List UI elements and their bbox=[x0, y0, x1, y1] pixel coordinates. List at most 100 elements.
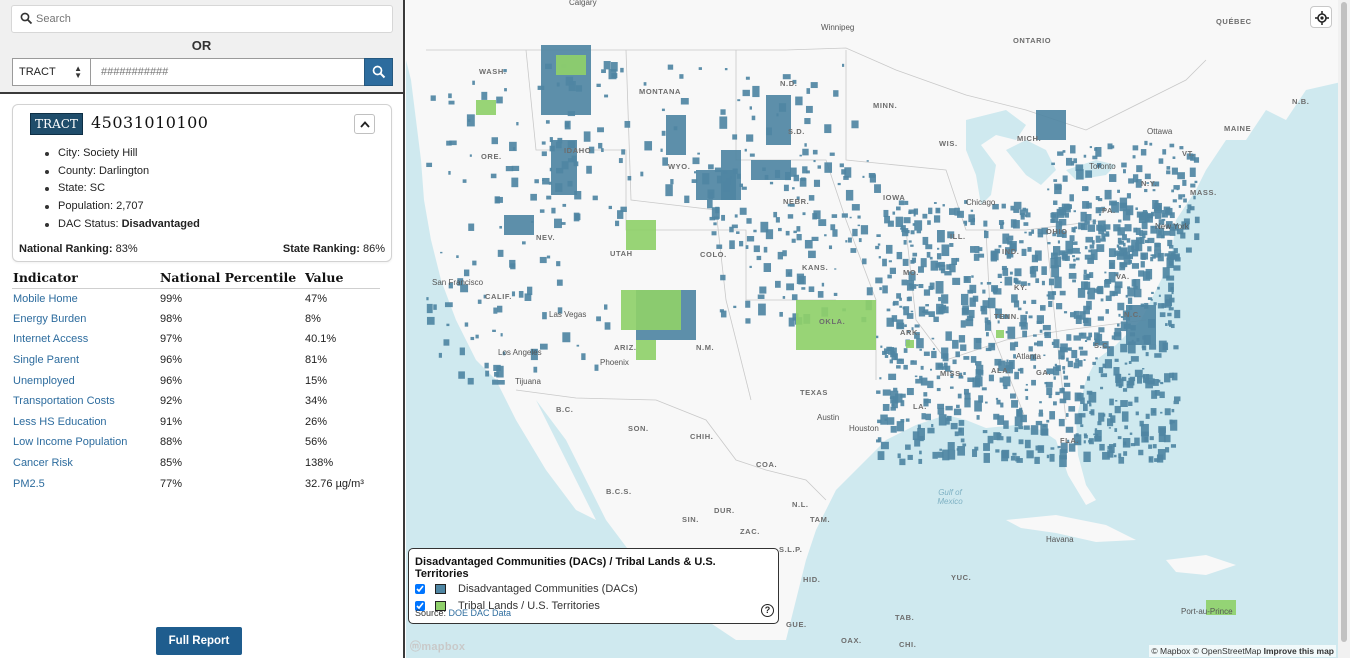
geography-type-select[interactable]: TRACT ▲ ▼ bbox=[12, 58, 91, 86]
indicator-link[interactable]: Unemployed bbox=[12, 370, 159, 391]
indicator-link[interactable]: Single Parent bbox=[12, 350, 159, 371]
tract-info-card: TRACT 45031010100 City: Society Hill Cou… bbox=[12, 104, 392, 262]
mapbox-logo[interactable]: ⓜmapbox bbox=[410, 638, 465, 654]
dac-tract bbox=[817, 165, 822, 169]
dac-tract bbox=[446, 323, 450, 327]
dac-tract bbox=[737, 99, 741, 102]
dac-tract bbox=[956, 404, 960, 409]
dac-tract bbox=[1140, 149, 1147, 156]
dac-tract bbox=[1134, 396, 1139, 403]
dac-tract bbox=[1146, 215, 1150, 218]
dac-tract bbox=[783, 184, 789, 192]
dac-tract bbox=[530, 193, 537, 201]
dac-tract bbox=[805, 105, 813, 113]
dac-tract bbox=[880, 345, 883, 348]
dac-tract bbox=[917, 424, 921, 430]
dac-tract bbox=[952, 359, 957, 365]
dac-tract bbox=[499, 225, 503, 229]
dac-tract bbox=[1133, 227, 1138, 233]
search-box[interactable] bbox=[11, 5, 393, 33]
search-input[interactable] bbox=[36, 8, 386, 30]
improve-map-link[interactable]: Improve this map bbox=[1264, 646, 1334, 656]
attribution-text[interactable]: © Mapbox © OpenStreetMap bbox=[1151, 646, 1261, 656]
map-view[interactable]: WASH. MONTANA N.D. MINN. ORE. IDAHO WYO. S.D. WI… bbox=[406, 0, 1350, 658]
indicator-link[interactable]: PM2.5 bbox=[12, 473, 159, 494]
dac-tract bbox=[1025, 396, 1029, 400]
dac-tract bbox=[1062, 175, 1068, 182]
dac-tract bbox=[1085, 170, 1093, 178]
dac-tract bbox=[928, 207, 933, 215]
dac-tract bbox=[806, 88, 811, 94]
state-label: WYO. bbox=[668, 162, 691, 171]
dac-tract bbox=[895, 393, 903, 403]
dac-tract bbox=[1083, 154, 1087, 158]
dac-tract bbox=[1078, 346, 1084, 350]
dac-tract bbox=[860, 225, 869, 235]
dac-tract bbox=[993, 413, 1000, 420]
tract-search-button[interactable] bbox=[364, 58, 393, 86]
collapse-button[interactable] bbox=[354, 114, 375, 134]
dac-tract bbox=[1027, 282, 1031, 286]
dac-tract bbox=[1028, 315, 1033, 319]
source-link[interactable]: DOE DAC Data bbox=[449, 608, 512, 618]
dac-tract bbox=[1169, 297, 1175, 303]
dac-tract bbox=[1059, 346, 1066, 352]
scrollbar[interactable] bbox=[1338, 0, 1350, 658]
city-label: Port-au-Prince bbox=[1181, 607, 1233, 616]
indicator-link[interactable]: Mobile Home bbox=[12, 288, 159, 309]
full-report-button[interactable]: Full Report bbox=[156, 627, 242, 655]
dac-tract bbox=[972, 217, 976, 222]
dac-tract bbox=[969, 297, 976, 307]
table-row: Unemployed 96% 15% bbox=[12, 370, 380, 391]
dac-tract bbox=[1037, 228, 1043, 234]
state-label: TENN. bbox=[994, 312, 1020, 321]
dac-tract bbox=[1044, 382, 1048, 385]
tract-id-input[interactable] bbox=[90, 58, 365, 86]
dac-tract bbox=[1070, 145, 1076, 154]
dac-tract bbox=[960, 293, 969, 306]
dac-tract bbox=[597, 127, 604, 133]
dac-tract bbox=[950, 422, 958, 430]
dac-tract bbox=[1013, 220, 1020, 229]
dac-tract bbox=[974, 376, 983, 387]
indicator-link[interactable]: Energy Burden bbox=[12, 309, 159, 330]
table-row: Mobile Home 99% 47% bbox=[12, 288, 380, 309]
dac-tract bbox=[1059, 388, 1065, 394]
detail-state: State: SC bbox=[45, 182, 200, 200]
dac-tract bbox=[778, 227, 782, 232]
dac-tract bbox=[1173, 345, 1179, 350]
indicator-link[interactable]: Less HS Education bbox=[12, 412, 159, 433]
indicator-link[interactable]: Transportation Costs bbox=[12, 391, 159, 412]
dac-tract bbox=[491, 137, 499, 145]
dac-tract bbox=[734, 214, 738, 218]
indicator-link[interactable]: Cancer Risk bbox=[12, 453, 159, 474]
geography-type-value: TRACT bbox=[19, 66, 56, 78]
dac-tract bbox=[745, 245, 749, 249]
dac-tract bbox=[832, 229, 838, 237]
scrollbar-thumb[interactable] bbox=[1341, 2, 1347, 642]
dac-tract bbox=[996, 399, 1001, 405]
dac-tract bbox=[845, 189, 854, 201]
help-icon[interactable]: ? bbox=[761, 604, 774, 617]
indicator-link[interactable]: Internet Access bbox=[12, 329, 159, 350]
dac-tract bbox=[852, 228, 858, 237]
percentile-cell: 96% bbox=[160, 354, 183, 367]
dac-tract bbox=[1024, 231, 1027, 234]
dac-tract bbox=[882, 403, 890, 411]
dac-tract bbox=[1126, 380, 1134, 386]
dac-tract bbox=[644, 141, 653, 151]
dac-tract bbox=[1127, 245, 1135, 253]
locate-button[interactable] bbox=[1310, 6, 1332, 28]
dac-tract bbox=[895, 216, 904, 227]
state-label: N.D. bbox=[780, 79, 798, 88]
dac-tract bbox=[1069, 235, 1075, 241]
dac-tract bbox=[971, 275, 974, 278]
dac-tract bbox=[946, 415, 952, 422]
dac-tract bbox=[927, 427, 935, 434]
legend-checkbox-dac[interactable] bbox=[415, 584, 425, 594]
state-label: OHIO bbox=[1046, 227, 1068, 236]
dac-tract bbox=[1109, 290, 1115, 297]
indicator-link[interactable]: Low Income Population bbox=[12, 432, 159, 453]
dac-tract bbox=[887, 417, 895, 425]
dac-tract bbox=[581, 353, 586, 361]
